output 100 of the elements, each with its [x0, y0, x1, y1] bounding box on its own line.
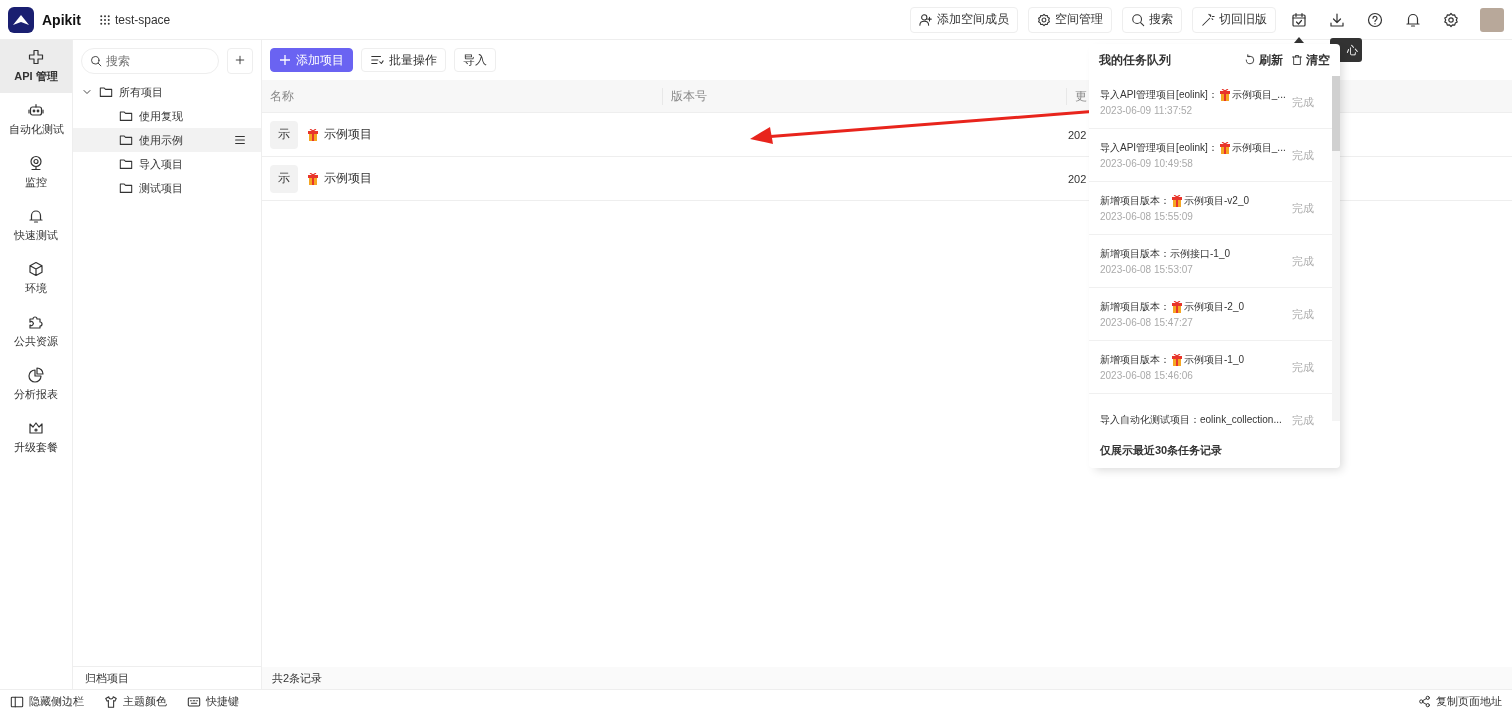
task-status: 完成: [1292, 253, 1314, 269]
brand-name: Apikit: [42, 11, 81, 28]
cube-icon: [28, 261, 44, 277]
nav-item[interactable]: 分析报表: [0, 358, 72, 411]
folder-icon: [119, 133, 133, 147]
record-count: 共2条记录: [262, 667, 1512, 689]
archived-projects-link[interactable]: 归档项目: [73, 666, 261, 689]
keyboard-icon: [187, 694, 201, 709]
task-status: 完成: [1292, 359, 1314, 375]
project-name[interactable]: 示例项目: [324, 170, 372, 187]
nav-item[interactable]: 自动化测试: [0, 93, 72, 146]
webcam-icon: [28, 155, 44, 171]
status-bar-button[interactable]: 快捷键: [187, 694, 239, 709]
search-field[interactable]: 搜索: [106, 54, 210, 68]
task-time: 2023-06-09 10:49:58: [1100, 158, 1194, 169]
search-icon: [1131, 12, 1145, 27]
column-header: 版本号: [662, 87, 1066, 105]
tree-item[interactable]: 测试项目: [73, 176, 261, 200]
scrollbar[interactable]: [1332, 76, 1340, 421]
task-time: 2023-06-08 15:55:09: [1100, 211, 1194, 222]
clear-button[interactable]: 清空: [1291, 51, 1330, 69]
task-description: 新增项目版本：示例接口-1_0: [1100, 247, 1231, 261]
plug-cross-icon: [28, 49, 44, 65]
gift-icon: [1172, 354, 1182, 366]
task-time: 2023-06-08 15:47:27: [1100, 317, 1194, 328]
header-action-button[interactable]: 切回旧版: [1192, 6, 1276, 33]
search-icon: [90, 55, 102, 67]
header-action-button[interactable]: 添加空间成员: [910, 6, 1018, 33]
nav-item[interactable]: 升级套餐: [0, 411, 72, 464]
gift-icon: [1172, 301, 1182, 313]
panel-title: 我的任务队列: [1099, 51, 1172, 69]
download-icon: [1329, 11, 1345, 28]
task-description: 导入API管理项目[eolink]： 示例项目_...: [1100, 88, 1287, 102]
task-time: 2023-06-08 15:46:06: [1100, 370, 1194, 381]
shirt-icon: [104, 694, 118, 709]
settings-icon: [1443, 11, 1459, 28]
apikit-logo-icon: [8, 6, 34, 33]
task-time: 2023-06-09 11:37:52: [1100, 105, 1194, 116]
share-icon: [1418, 695, 1431, 708]
refresh-icon: [1244, 54, 1256, 66]
project-avatar: 示: [270, 120, 298, 149]
nav-item[interactable]: 环境: [0, 252, 72, 305]
help-icon: [1367, 11, 1383, 28]
user-add-icon: [919, 12, 933, 27]
nav-item[interactable]: 快速测试: [0, 199, 72, 252]
task-description: 导入自动化测试项目：eolink_collection...: [1100, 413, 1283, 427]
header-action-button[interactable]: 搜索: [1122, 6, 1182, 33]
trash-icon: [1291, 54, 1303, 66]
folder-icon: [119, 157, 133, 171]
tree-item[interactable]: 使用示例: [73, 128, 261, 152]
import-button[interactable]: 导入: [454, 48, 496, 72]
plus-icon: [279, 54, 291, 66]
copy-page-url-button[interactable]: 复制页面地址: [1418, 694, 1502, 709]
task-status: 完成: [1292, 200, 1314, 216]
folder-icon: [99, 85, 113, 99]
status-bar-button[interactable]: 隐藏侧边栏: [10, 694, 84, 709]
gift-icon: [1219, 142, 1230, 154]
settings-icon: [1037, 12, 1051, 27]
column-header: 名称: [269, 87, 295, 105]
tree-item[interactable]: 所有项目: [73, 80, 261, 104]
sidebar-icon: [10, 694, 24, 709]
project-name[interactable]: 示例项目: [324, 126, 372, 143]
plus-icon: [234, 54, 246, 66]
task-status: 完成: [1292, 306, 1314, 322]
table-cell-text: 202: [1067, 172, 1088, 185]
folder-icon: [119, 109, 133, 123]
robot-icon: [28, 102, 44, 118]
nav-item[interactable]: 公共资源: [0, 305, 72, 358]
gift-icon: [308, 172, 318, 185]
magic-wand-icon: [1201, 12, 1215, 27]
calendar-check-icon: [1291, 11, 1307, 28]
gift-icon: [1172, 195, 1182, 207]
menu-icon: [233, 133, 247, 147]
table-cell-text: 202: [1067, 128, 1088, 141]
refresh-button[interactable]: 刷新: [1244, 51, 1283, 69]
gift-icon: [308, 128, 318, 141]
task-description: 新增项目版本： 示例项目-2_0: [1100, 300, 1245, 314]
batch-button[interactable]: 批量操作: [361, 48, 446, 72]
add-project-button[interactable]: 添加项目: [270, 48, 353, 72]
pie-chart-icon: [28, 367, 44, 383]
bell-icon: [1405, 11, 1421, 28]
crown-icon: [28, 420, 44, 436]
folder-icon: [119, 181, 133, 195]
tree-item[interactable]: 导入项目: [73, 152, 261, 176]
nav-item[interactable]: 监控: [0, 146, 72, 199]
grid-dots-icon: [98, 13, 111, 26]
status-bar-button[interactable]: 主题颜色: [104, 694, 167, 709]
project-avatar: 示: [270, 164, 298, 193]
task-time: 2023-06-08 15:53:07: [1100, 264, 1194, 275]
task-description: 新增项目版本： 示例项目-1_0: [1100, 353, 1245, 367]
gift-icon: [1219, 89, 1230, 101]
tree-item[interactable]: 使用复现: [73, 104, 261, 128]
task-description: 新增项目版本： 示例项目-v2_0: [1100, 194, 1250, 208]
list-edit-icon: [370, 53, 384, 67]
task-status: 完成: [1292, 412, 1314, 428]
header-action-button[interactable]: 空间管理: [1028, 6, 1112, 33]
task-description: 导入API管理项目[eolink]： 示例项目_...: [1100, 141, 1287, 155]
nav-item[interactable]: API 管理: [0, 40, 72, 93]
bell-icon: [28, 208, 44, 224]
puzzle-icon: [28, 314, 44, 330]
